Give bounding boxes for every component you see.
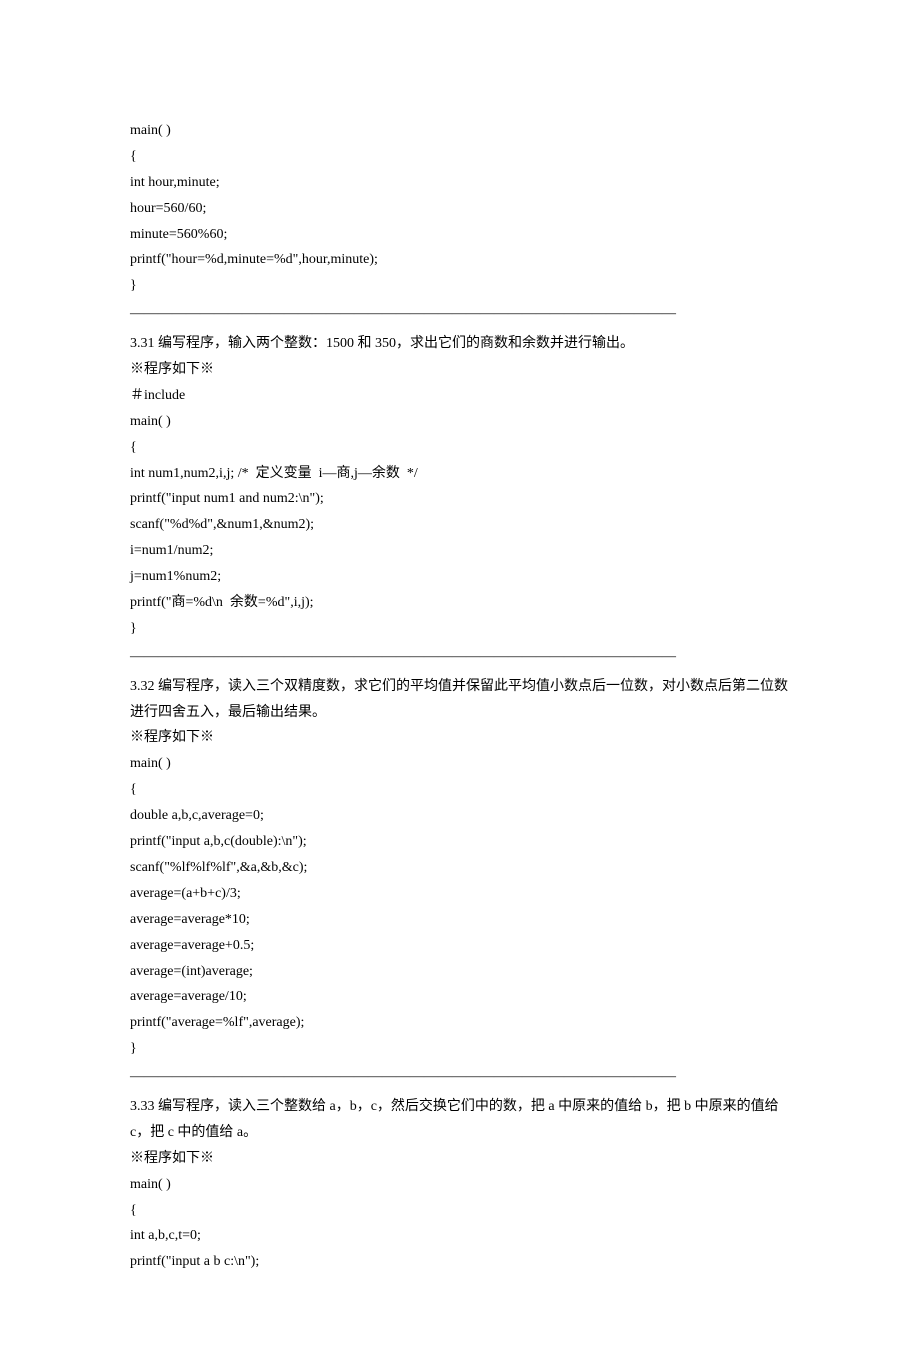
code-line: { [130, 144, 790, 170]
code-line: minute=560%60; [130, 222, 790, 248]
code-line: } [130, 1036, 790, 1062]
code-line: printf("input num1 and num2:\n"); [130, 486, 790, 512]
code-line: { [130, 777, 790, 803]
code-line: average=(a+b+c)/3; [130, 881, 790, 907]
divider-line: ——————————————————————————————————————— [130, 299, 790, 331]
code-line: { [130, 435, 790, 461]
problem-statement: 3.31 编写程序，输入两个整数：1500 和 350，求出它们的商数和余数并进… [130, 331, 790, 357]
program-label: ※程序如下※ [130, 1146, 790, 1172]
code-line: i=num1/num2; [130, 538, 790, 564]
code-line: } [130, 616, 790, 642]
code-line: printf("hour=%d,minute=%d",hour,minute); [130, 247, 790, 273]
code-line: { [130, 1198, 790, 1224]
code-line: main( ) [130, 1172, 790, 1198]
divider-line: ——————————————————————————————————————— [130, 1062, 790, 1094]
divider-line: ——————————————————————————————————————— [130, 642, 790, 674]
code-line: average=(int)average; [130, 959, 790, 985]
code-line: printf("input a,b,c(double):\n"); [130, 829, 790, 855]
code-line: double a,b,c,average=0; [130, 803, 790, 829]
code-line: main( ) [130, 409, 790, 435]
code-line: printf("average=%lf",average); [130, 1010, 790, 1036]
code-line: main( ) [130, 118, 790, 144]
code-line: int hour,minute; [130, 170, 790, 196]
code-line: average=average*10; [130, 907, 790, 933]
code-line: ＃include [130, 383, 790, 409]
code-line: average=average+0.5; [130, 933, 790, 959]
problem-statement: 3.32 编写程序，读入三个双精度数，求它们的平均值并保留此平均值小数点后一位数… [130, 674, 790, 726]
code-line: scanf("%d%d",&num1,&num2); [130, 512, 790, 538]
code-line: int num1,num2,i,j; /* 定义变量 i—商,j—余数 */ [130, 461, 790, 487]
document-page: main( ) { int hour,minute; hour=560/60; … [0, 0, 920, 1355]
code-line: } [130, 273, 790, 299]
code-line: hour=560/60; [130, 196, 790, 222]
problem-statement: 3.33 编写程序，读入三个整数给 a，b，c，然后交换它们中的数，把 a 中原… [130, 1094, 790, 1146]
program-label: ※程序如下※ [130, 725, 790, 751]
program-label: ※程序如下※ [130, 357, 790, 383]
code-line: average=average/10; [130, 984, 790, 1010]
code-line: printf("商=%d\n 余数=%d",i,j); [130, 590, 790, 616]
code-line: printf("input a b c:\n"); [130, 1249, 790, 1275]
code-line: j=num1%num2; [130, 564, 790, 590]
code-line: scanf("%lf%lf%lf",&a,&b,&c); [130, 855, 790, 881]
code-line: main( ) [130, 751, 790, 777]
code-line: int a,b,c,t=0; [130, 1223, 790, 1249]
